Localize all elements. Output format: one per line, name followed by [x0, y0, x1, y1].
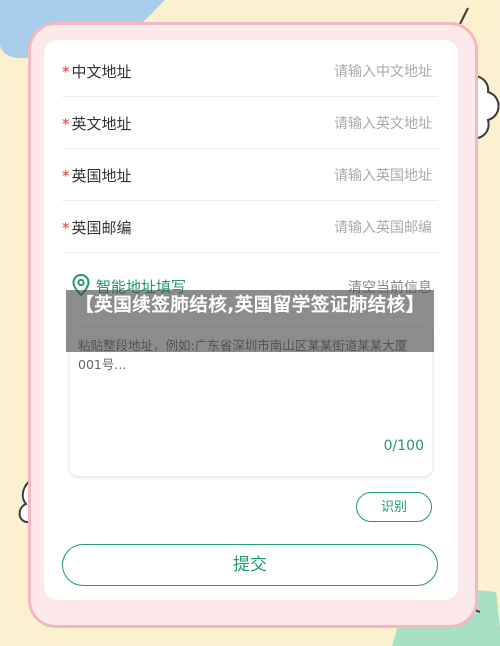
overlay-caption-text: 【英国续签肺结核,英国留学签证肺结核】: [75, 295, 425, 316]
field-chinese-address[interactable]: * 中文地址 请输入中文地址: [62, 44, 438, 97]
uk-address-input[interactable]: 请输入英国地址: [334, 165, 432, 185]
uk-postcode-input[interactable]: 请输入英国邮编: [334, 217, 432, 237]
field-label: * 英国邮编: [62, 217, 132, 238]
chinese-address-input[interactable]: 请输入中文地址: [334, 61, 432, 81]
field-label: * 英文地址: [62, 113, 132, 134]
required-mark: *: [62, 115, 70, 133]
caption-overlay: 【英国续签肺结核,英国留学签证肺结核】: [66, 290, 434, 352]
field-label-text: 英文地址: [71, 115, 132, 133]
recognize-button[interactable]: 识别: [356, 492, 432, 522]
field-uk-address[interactable]: * 英国地址 请输入英国地址: [62, 148, 438, 201]
english-address-input[interactable]: 请输入英文地址: [334, 113, 432, 133]
field-label-text: 中文地址: [71, 63, 132, 81]
field-label-text: 英国地址: [71, 167, 132, 185]
field-uk-postcode[interactable]: * 英国邮编 请输入英国邮编: [62, 200, 438, 253]
field-english-address[interactable]: * 英文地址 请输入英文地址: [62, 96, 438, 149]
field-label: * 中文地址: [62, 61, 132, 82]
required-mark: *: [62, 219, 70, 237]
field-label-text: 英国邮编: [71, 219, 132, 237]
char-counter: 0/100: [383, 438, 424, 454]
required-mark: *: [62, 167, 70, 185]
required-mark: *: [62, 63, 70, 81]
submit-button[interactable]: 提交: [62, 544, 438, 586]
field-label: * 英国地址: [62, 165, 132, 186]
